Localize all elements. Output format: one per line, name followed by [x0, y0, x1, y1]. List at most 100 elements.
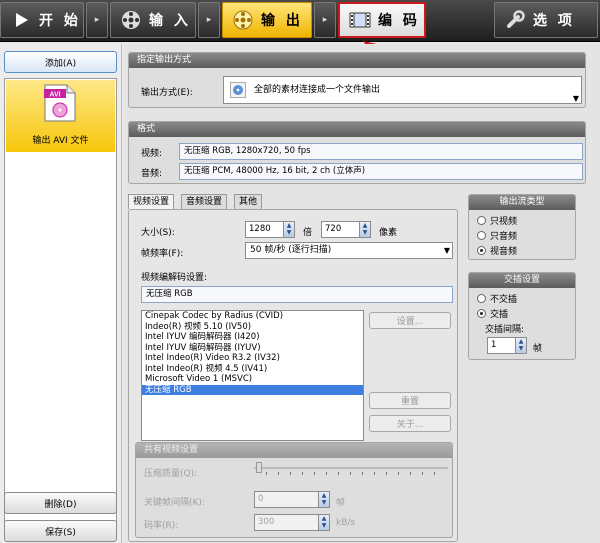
output-mode-title: 指定输出方式	[129, 53, 585, 68]
list-item[interactable]: Indeo(R) 视频 5.10 (IV50)	[142, 322, 363, 333]
framerate-value: 50 帧/秒 (逐行扫描)	[250, 245, 332, 255]
avi-output-item[interactable]: AVI 输出 AVI 文件	[6, 80, 115, 152]
list-item[interactable]: Intel IYUV 编码解码器 (IYUV)	[142, 343, 363, 354]
codec-about-button[interactable]: 关于...	[369, 415, 451, 432]
bitrate-label: 码率(R):	[144, 521, 179, 531]
tab-video-settings[interactable]: 视频设置	[128, 194, 175, 209]
settings-panel: 指定输出方式 输出方式(E): 全部的素材连接成一个文件输出 ▼ 格式 视频: …	[124, 44, 600, 543]
width-stepper[interactable]: 1280 ▲ ▼	[245, 221, 295, 238]
start-label: 开 始	[39, 13, 81, 29]
bitrate-value: 300	[258, 517, 275, 527]
radio-selected-icon	[477, 246, 486, 255]
avi-badge: AVI	[49, 92, 60, 99]
settings-tabs: 视频设置 音频设置 其他	[128, 194, 462, 210]
slider-track	[254, 467, 448, 469]
framerate-select[interactable]: 50 帧/秒 (逐行扫描) ▼	[245, 242, 453, 259]
width-value: 1280	[249, 224, 271, 234]
stepper-arrows-icon[interactable]: ▲ ▼	[515, 338, 526, 353]
output-list-panel: 添加(A) AVI 输出 AVI 文件 删除(D) 保存(S)	[0, 44, 122, 543]
video-settings-panel: 大小(S): 1280 ▲ ▼ 倍 720 ▲ ▼ 像素 帧频率(F): 50 帧/…	[128, 209, 458, 542]
output-mode-value: 全部的素材连接成一个文件输出	[254, 85, 381, 95]
interleave-interval-label: 交插间隔:	[485, 325, 525, 335]
stream-type-title: 输出流类型	[469, 195, 575, 210]
output-mode-label: 输出方式(E):	[141, 88, 193, 98]
output-format-list: AVI 输出 AVI 文件	[4, 78, 117, 525]
interleave-interval-unit: 帧	[533, 344, 543, 354]
bitrate-stepper[interactable]: 300 ▲ ▼	[254, 514, 330, 531]
size-label: 大小(S):	[141, 228, 175, 238]
audio-format-label: 音频:	[141, 169, 163, 179]
codec-list[interactable]: Cinepak Codec by Radius (CVID) Indeo(R) …	[141, 310, 364, 441]
stepper-arrows-icon[interactable]: ▲ ▼	[318, 492, 329, 507]
chevron-down-icon: ▼	[572, 94, 579, 103]
start-button[interactable]: 开 始	[0, 2, 84, 38]
step-arrow: ▸	[314, 2, 336, 38]
tab-audio-settings[interactable]: 音频设置	[181, 194, 228, 209]
interleave-group: 交插设置 不交插 交插 交插间隔: 1 ▲ ▼ 帧	[468, 272, 576, 360]
list-item[interactable]: Cinepak Codec by Radius (CVID)	[142, 311, 363, 322]
audio-format-value: 无压缩 PCM, 48000 Hz, 16 bit, 2 ch (立体声)	[179, 163, 583, 180]
stepper-arrows-icon[interactable]: ▲ ▼	[359, 222, 370, 237]
input-button[interactable]: 输 入	[110, 2, 196, 38]
bitrate-unit: kB/s	[336, 518, 356, 528]
slider-thumb[interactable]	[256, 462, 262, 473]
times-label: 倍	[303, 228, 313, 238]
chevron-down-icon: ▼	[443, 246, 450, 255]
delete-button[interactable]: 删除(D)	[4, 492, 117, 514]
stream-type-group: 输出流类型 只视频 只音频 视音频	[468, 194, 576, 260]
radio-video-audio[interactable]: 视音频	[477, 244, 517, 257]
keyframe-unit: 帧	[336, 498, 346, 508]
wrench-icon	[503, 8, 527, 32]
list-item[interactable]: Intel Indeo(R) Video R3.2 (IV32)	[142, 353, 363, 364]
keyframe-stepper[interactable]: 0 ▲ ▼	[254, 491, 330, 508]
interleave-title: 交插设置	[469, 273, 575, 288]
interleave-interval-stepper[interactable]: 1 ▲ ▼	[487, 337, 527, 354]
stepper-arrows-icon[interactable]: ▲ ▼	[318, 515, 329, 530]
step-arrow: ▸	[198, 2, 220, 38]
video-format-label: 视频:	[141, 149, 163, 159]
film-reel-icon	[119, 8, 143, 32]
avi-output-label: 输出 AVI 文件	[32, 136, 89, 146]
list-item[interactable]: Intel Indeo(R) 视频 4.5 (IV41)	[142, 364, 363, 375]
output-button[interactable]: 输 出	[222, 2, 312, 38]
quality-label: 压缩质量(Q):	[144, 469, 198, 479]
codec-value: 无压缩 RGB	[141, 286, 453, 303]
tab-other[interactable]: 其他	[234, 194, 263, 209]
film-reel-icon	[231, 8, 255, 32]
radio-audio-only[interactable]: 只音频	[477, 229, 517, 242]
quality-slider[interactable]	[254, 462, 450, 476]
output-mode-select[interactable]: 全部的素材连接成一个文件输出 ▼	[223, 76, 582, 104]
save-button[interactable]: 保存(S)	[4, 520, 117, 542]
radio-circle-icon	[477, 231, 486, 240]
radio-interleave[interactable]: 交插	[477, 307, 508, 320]
film-strip-icon	[348, 8, 372, 32]
common-settings-title: 共有视频设置	[136, 443, 452, 458]
options-label: 选 项	[533, 13, 575, 29]
output-label: 输 出	[261, 13, 303, 29]
stepper-arrows-icon[interactable]: ▲ ▼	[283, 222, 294, 237]
codec-settings-label: 视频编解码设置:	[141, 273, 208, 283]
codec-reset-button[interactable]: 重置	[369, 392, 451, 409]
keyframe-value: 0	[258, 494, 264, 504]
list-item[interactable]: Microsoft Video 1 (MSVC)	[142, 374, 363, 385]
pixels-label: 像素	[379, 228, 398, 238]
interleave-interval-value: 1	[491, 340, 497, 350]
play-icon	[9, 8, 33, 32]
height-stepper[interactable]: 720 ▲ ▼	[321, 221, 371, 238]
radio-no-interleave[interactable]: 不交插	[477, 292, 517, 305]
step-arrow: ▸	[86, 2, 108, 38]
main-toolbar: 开 始 ▸ 输 入 ▸ 输 出 ▸ 编 码 选 项	[0, 0, 600, 42]
encode-label: 编 码	[378, 13, 420, 29]
radio-circle-icon	[477, 294, 486, 303]
height-value: 720	[325, 224, 342, 234]
codec-settings-button[interactable]: 设置...	[369, 312, 451, 329]
encode-button[interactable]: 编 码	[338, 2, 426, 38]
list-item[interactable]: Intel IYUV 编码解码器 (I420)	[142, 332, 363, 343]
avi-file-icon: AVI	[44, 84, 76, 122]
keyframe-label: 关键帧间隔(K):	[144, 498, 205, 508]
add-button[interactable]: 添加(A)	[4, 51, 117, 73]
list-item-selected[interactable]: 无压缩 RGB	[142, 384, 363, 395]
input-label: 输 入	[149, 13, 191, 29]
options-button[interactable]: 选 项	[494, 2, 598, 38]
radio-video-only[interactable]: 只视频	[477, 214, 517, 227]
